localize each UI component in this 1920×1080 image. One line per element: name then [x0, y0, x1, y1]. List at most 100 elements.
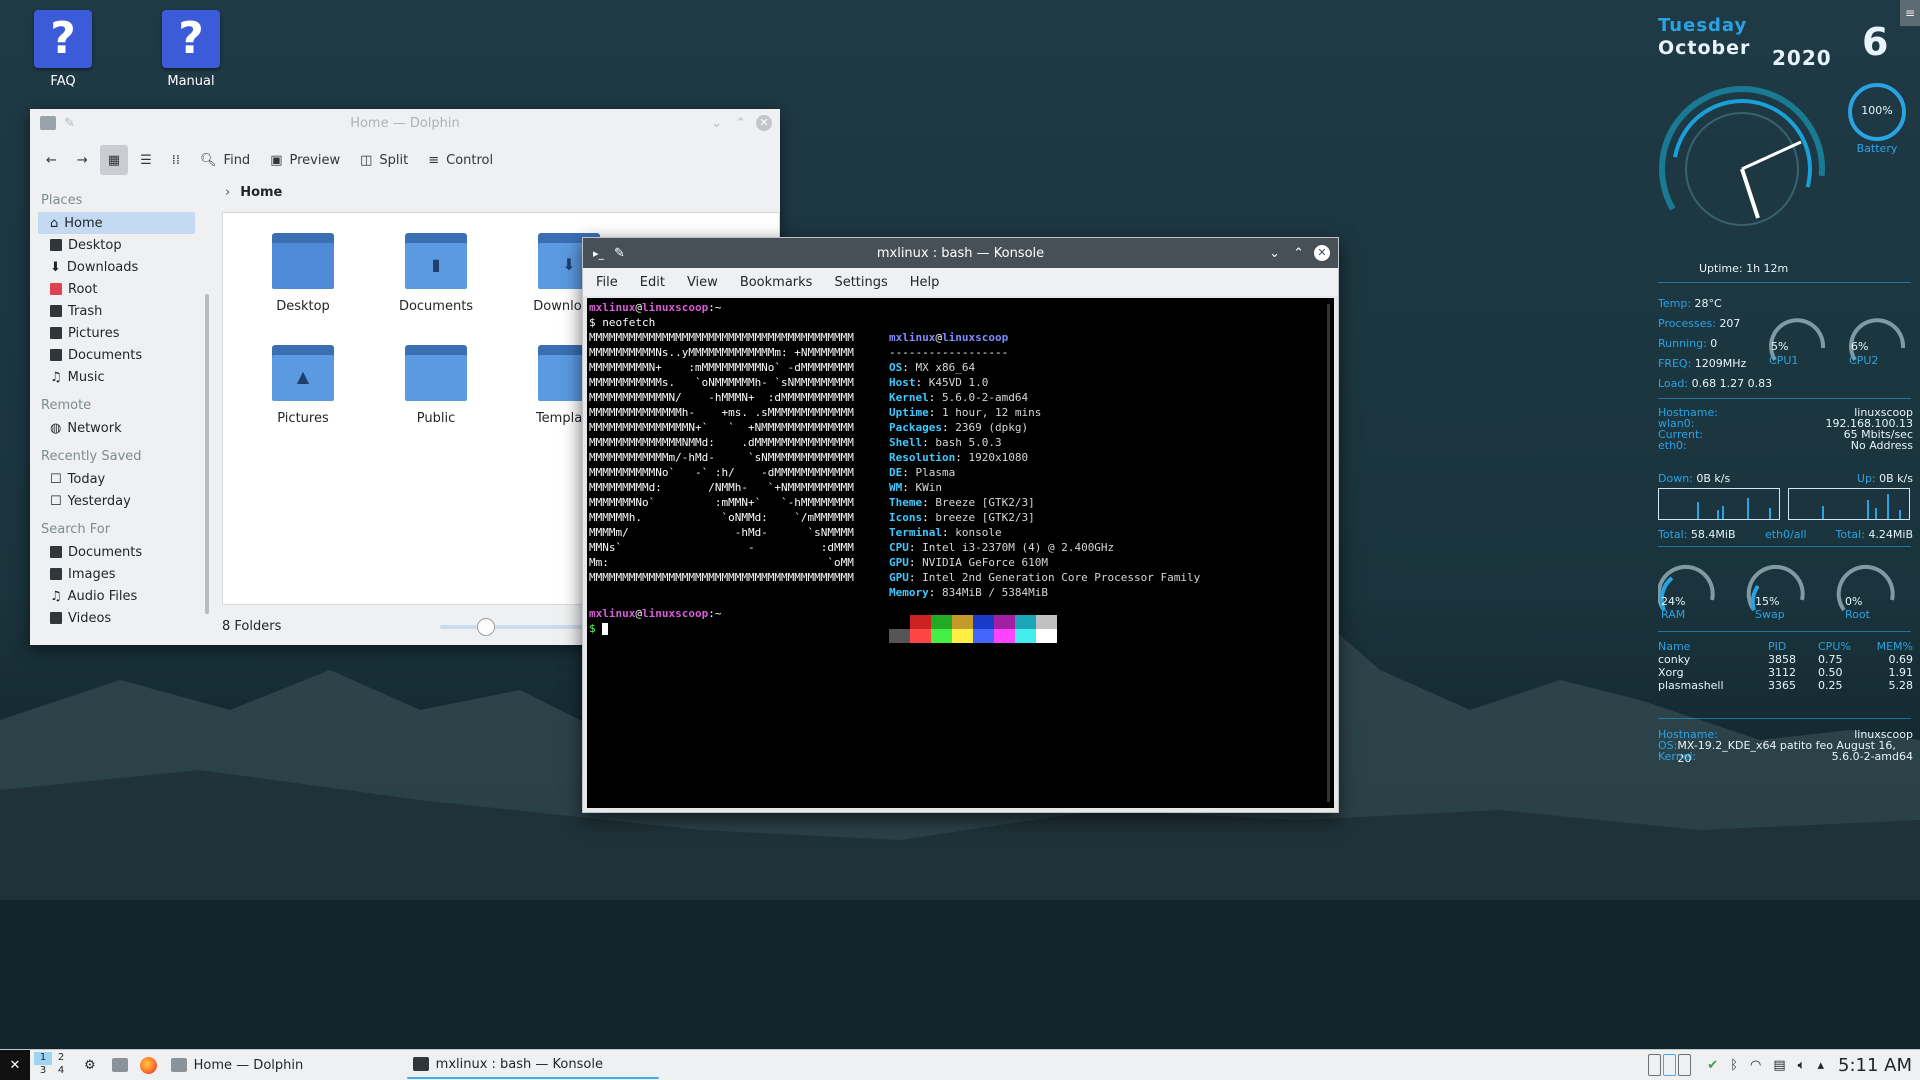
info-value: 1 hour, 12 mins — [942, 406, 1042, 419]
desktop-icon-manual[interactable]: ? Manual — [141, 0, 241, 89]
info-line: Packages: 2369 (dpkg) — [889, 421, 1029, 434]
table-cell: Name — [1658, 640, 1691, 653]
place-home[interactable]: ⌂ Home — [38, 212, 195, 234]
control-button[interactable]: ≡ Control — [420, 145, 501, 175]
table-cell: 0.25 — [1818, 679, 1843, 692]
task-dolphin[interactable]: Home — Dolphin — [165, 1052, 387, 1078]
calendar-icon: ☐ — [50, 471, 62, 487]
desktop-toolbox-button[interactable]: ≡ — [1900, 0, 1920, 26]
search-videos[interactable]: Videos — [38, 607, 195, 629]
split-button[interactable]: ◫ Split — [352, 145, 416, 175]
menu-file[interactable]: File — [596, 275, 618, 290]
prompt-input-line[interactable]: $ — [589, 621, 609, 636]
minimize-button[interactable]: ⌄ — [711, 116, 722, 131]
place-label: Images — [68, 566, 116, 582]
wifi-icon[interactable]: ◠ — [1750, 1058, 1761, 1073]
info-line: Resolution: 1920x1080 — [889, 451, 1029, 464]
table-cell: Xorg — [1658, 666, 1684, 679]
maximize-button[interactable]: ⌃ — [1293, 246, 1304, 261]
compact-view-button[interactable]: ⁞⁞ — [164, 145, 188, 175]
prompt-path: :~ — [708, 301, 722, 314]
mx-menu-button[interactable]: ✕ — [0, 1050, 30, 1080]
task-konsole[interactable]: mxlinux : bash — Konsole — [406, 1051, 659, 1079]
konsole-menubar: File Edit View Bookmarks Settings Help — [583, 268, 1338, 296]
place-desktop[interactable]: Desktop — [38, 234, 195, 256]
desktop-3[interactable]: 3 — [34, 1065, 52, 1078]
palette-swatch — [994, 615, 1015, 629]
file-manager-icon[interactable] — [111, 1058, 128, 1072]
terminal-icon — [412, 1057, 429, 1071]
menu-bookmarks[interactable]: Bookmarks — [740, 275, 813, 290]
updater-icon[interactable]: ✔ — [1707, 1058, 1718, 1073]
info-key: DE — [889, 466, 903, 479]
info-value: konsole — [955, 526, 1002, 539]
recent-yesterday[interactable]: ☐ Yesterday — [38, 490, 195, 512]
place-label: Music — [67, 369, 105, 385]
menu-help[interactable]: Help — [910, 275, 940, 290]
desktop-4[interactable]: 4 — [52, 1065, 70, 1078]
preview-button[interactable]: ▣ Preview — [262, 145, 348, 175]
desktop-icon-faq[interactable]: ? FAQ — [13, 0, 113, 89]
info-line: Memory: 834MiB / 5384MiB — [889, 586, 1048, 599]
folder-desktop[interactable]: Desktop — [243, 233, 363, 314]
desktop-1[interactable]: 1 — [34, 1052, 52, 1065]
place-network[interactable]: ◍ Network — [38, 417, 195, 439]
activity-pager-icon[interactable] — [1648, 1054, 1692, 1076]
search-documents[interactable]: Documents — [38, 541, 195, 563]
task-label: Home — Dolphin — [193, 1057, 304, 1073]
up-value: 0B k/s — [1879, 472, 1913, 485]
places-scrollbar[interactable] — [205, 294, 209, 614]
place-root[interactable]: Root — [38, 278, 195, 300]
breadcrumb-home[interactable]: Home — [240, 185, 282, 200]
minimize-button[interactable]: ⌄ — [1269, 246, 1280, 261]
folder-documents[interactable]: ▮ Documents — [376, 233, 496, 314]
place-music[interactable]: ♫ Music — [38, 366, 195, 388]
clipboard-icon[interactable]: ▤ — [1773, 1058, 1785, 1073]
desktop-2[interactable]: 2 — [52, 1052, 70, 1065]
settings-icon[interactable]: ⚙ — [84, 1058, 96, 1073]
info-line: Host: K45VD 1.0 — [889, 376, 989, 389]
place-documents[interactable]: Documents — [38, 344, 195, 366]
place-label: Yesterday — [67, 493, 131, 509]
table-cell: 0.50 — [1818, 666, 1843, 679]
menu-view[interactable]: View — [687, 275, 718, 290]
command-line: $ neofetch — [589, 316, 656, 329]
menu-edit[interactable]: Edit — [640, 275, 665, 290]
search-images[interactable]: Images — [38, 563, 195, 585]
find-button[interactable]: 🔍︎ Find — [192, 145, 258, 175]
info-line: Theme: Breeze [GTK2/3] — [889, 496, 1035, 509]
info-line: Icons: breeze [GTK2/3] — [889, 511, 1035, 524]
close-button[interactable]: ✕ — [756, 115, 772, 131]
menu-settings[interactable]: Settings — [834, 275, 887, 290]
back-button[interactable]: ← — [38, 145, 65, 175]
place-pictures[interactable]: Pictures — [38, 322, 195, 344]
search-audio[interactable]: ♫ Audio Files — [38, 585, 195, 607]
dolphin-titlebar[interactable]: ✎ Home — Dolphin ⌄ ⌃ ✕ — [30, 109, 780, 137]
details-view-button[interactable]: ☰ — [132, 145, 160, 175]
clock[interactable]: 5:11 AM — [1838, 1055, 1912, 1076]
breadcrumb[interactable]: › Home — [225, 185, 282, 200]
place-downloads[interactable]: ⬇ Downloads — [38, 256, 195, 278]
pager[interactable]: 1 2 3 4 — [34, 1052, 70, 1078]
folder-pictures[interactable]: ▲ Pictures — [243, 345, 363, 426]
close-button[interactable]: ✕ — [1314, 245, 1330, 261]
bluetooth-icon[interactable]: ᛒ — [1730, 1058, 1738, 1073]
zoom-slider-handle[interactable] — [477, 618, 495, 636]
konsole-titlebar[interactable]: ▸_ ✎ mxlinux : bash — Konsole ⌄ ⌃ ✕ — [583, 238, 1338, 268]
palette-swatch — [994, 629, 1015, 643]
divider — [1658, 718, 1911, 719]
icons-view-button[interactable]: ▦ — [99, 145, 129, 175]
document-icon — [50, 349, 62, 361]
volume-icon[interactable]: 🔈︎ — [1798, 1058, 1806, 1073]
recent-today[interactable]: ☐ Today — [38, 468, 195, 490]
maximize-button[interactable]: ⌃ — [735, 116, 746, 131]
folder-label: Public — [416, 411, 456, 426]
konsole-window[interactable]: ▸_ ✎ mxlinux : bash — Konsole ⌄ ⌃ ✕ File… — [582, 237, 1339, 813]
place-trash[interactable]: Trash — [38, 300, 195, 322]
tray-expand-icon[interactable]: ▴ — [1817, 1058, 1824, 1073]
folder-public[interactable]: Public — [376, 345, 496, 426]
forward-button[interactable]: → — [69, 145, 96, 175]
firefox-icon[interactable] — [139, 1056, 157, 1074]
terminal-area[interactable]: mxlinux@linuxscoop:~ $ neofetch MMMMMMMM… — [587, 298, 1334, 808]
terminal-scrollbar[interactable] — [1327, 304, 1330, 802]
